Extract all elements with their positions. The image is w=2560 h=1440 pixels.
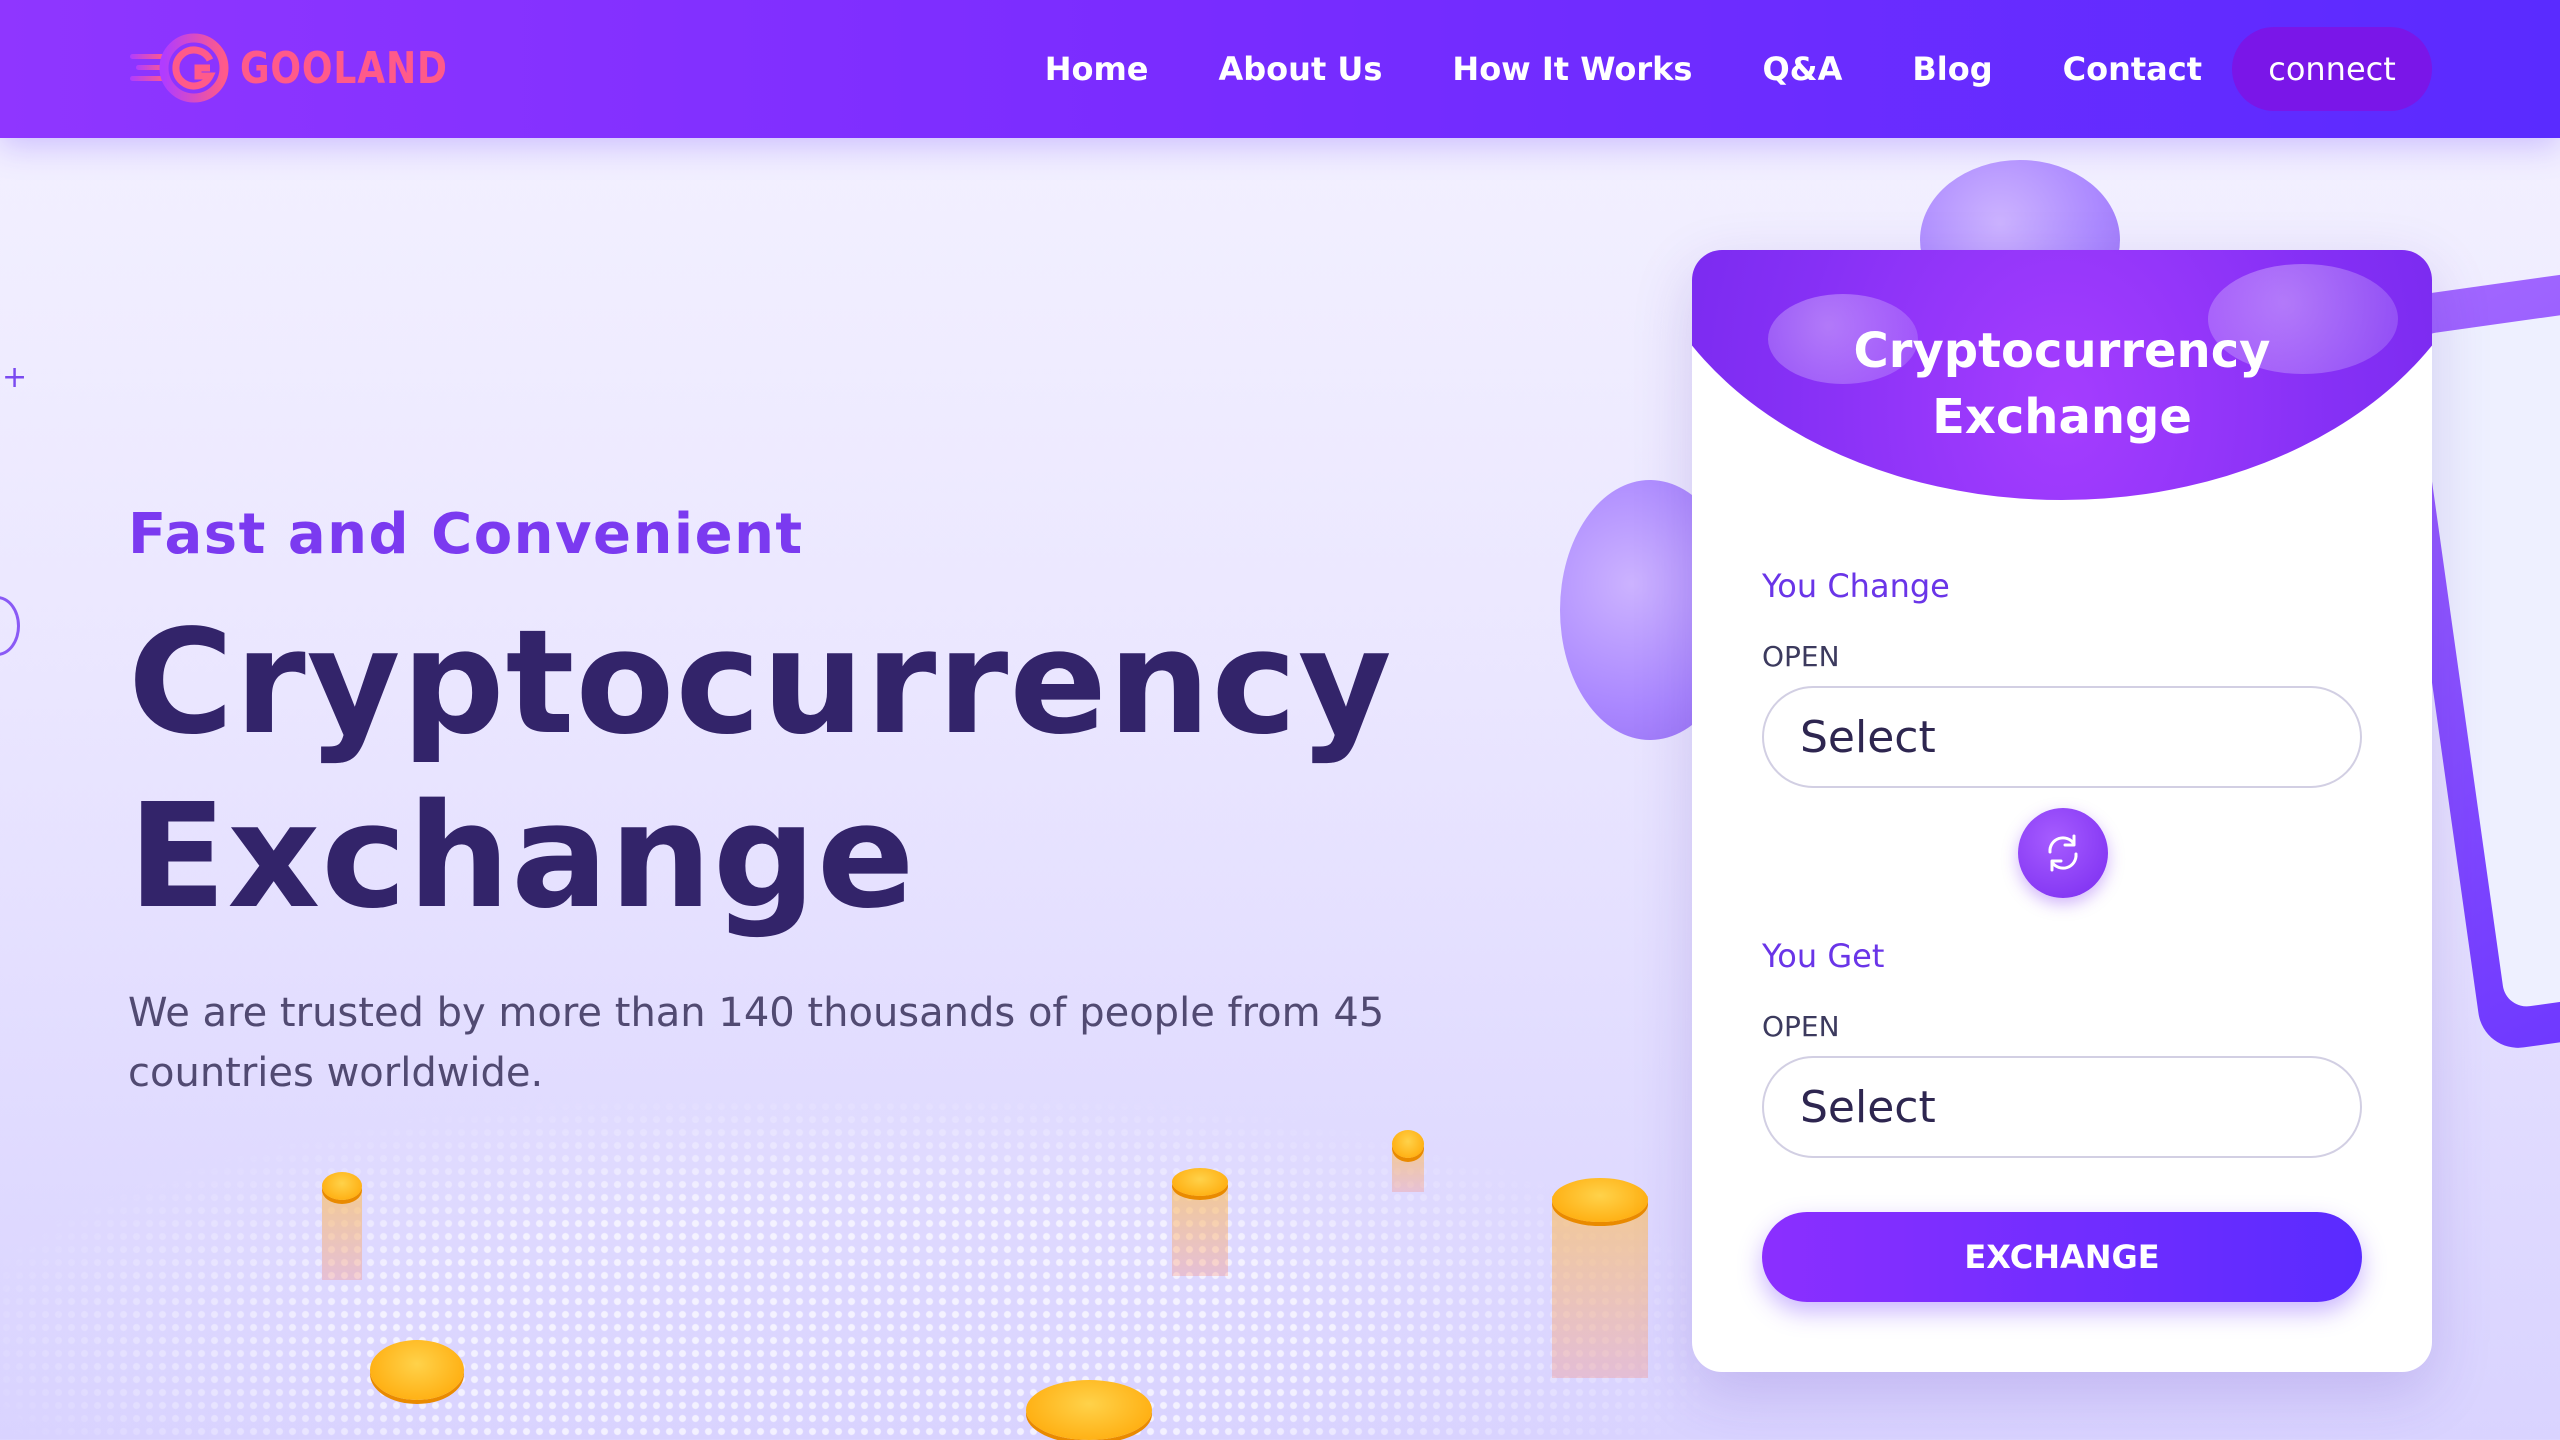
carousel-arrow-icon[interactable]	[0, 596, 20, 656]
logo-mark-icon	[128, 28, 232, 108]
you-change-open-label: OPEN	[1762, 640, 1840, 673]
sparkle-icon: +	[2, 360, 28, 395]
exchange-button[interactable]: EXCHANGE	[1762, 1212, 2362, 1302]
nav-about-us[interactable]: About Us	[1219, 50, 1383, 88]
world-map-dots	[0, 1100, 1700, 1440]
nav-qa[interactable]: Q&A	[1762, 50, 1842, 88]
you-get-select[interactable]: Select	[1762, 1056, 2362, 1158]
coin-stack-illustration	[1392, 1130, 1424, 1192]
litecoin-coin-illustration	[1026, 1380, 1152, 1440]
you-change-select[interactable]: Select	[1762, 686, 2362, 788]
main-nav: Home About Us How It Works Q&A Blog Cont…	[1045, 24, 2432, 114]
nav-blog[interactable]: Blog	[1912, 50, 1992, 88]
you-get-group: You Get OPEN Select	[1762, 936, 2362, 1158]
coin-stack-illustration	[322, 1172, 362, 1280]
card-title-line1: Cryptocurrency	[1853, 323, 2271, 379]
nav-contact[interactable]: Contact	[2063, 50, 2202, 88]
brand-name: GOOLAND	[240, 42, 448, 94]
coin-stack-illustration	[1552, 1178, 1648, 1378]
connect-button[interactable]: connect	[2232, 27, 2432, 111]
hero-description: We are trusted by more than 140 thousand…	[128, 990, 1385, 1096]
hero-section: Fast and Convenient Cryptocurrency Excha…	[128, 495, 1428, 1103]
card-title: Cryptocurrency Exchange	[1692, 318, 2432, 450]
swap-button[interactable]	[2018, 808, 2108, 898]
top-navbar: GOOLAND Home About Us How It Works Q&A B…	[0, 0, 2560, 138]
hero-title-line2: Exchange	[128, 772, 916, 940]
you-change-group: You Change OPEN Select	[1762, 566, 2362, 788]
refresh-icon	[2048, 834, 2078, 872]
hero-title-line1: Cryptocurrency	[128, 598, 1393, 766]
hero-subtitle: Fast and Convenient	[128, 502, 804, 567]
you-change-label: You Change	[1762, 567, 1950, 605]
you-get-open-label: OPEN	[1762, 1010, 1840, 1043]
card-title-line2: Exchange	[1932, 389, 2192, 445]
you-get-label: You Get	[1762, 937, 1885, 975]
hero-title: Cryptocurrency Exchange	[128, 595, 1428, 943]
nav-home[interactable]: Home	[1045, 50, 1149, 88]
bitcoin-coin-illustration	[370, 1340, 464, 1440]
brand-logo[interactable]: GOOLAND	[128, 18, 493, 118]
exchange-card: Cryptocurrency Exchange You Change OPEN …	[1692, 250, 2432, 1372]
nav-how-it-works[interactable]: How It Works	[1452, 50, 1692, 88]
coin-stack-illustration	[1172, 1168, 1228, 1276]
